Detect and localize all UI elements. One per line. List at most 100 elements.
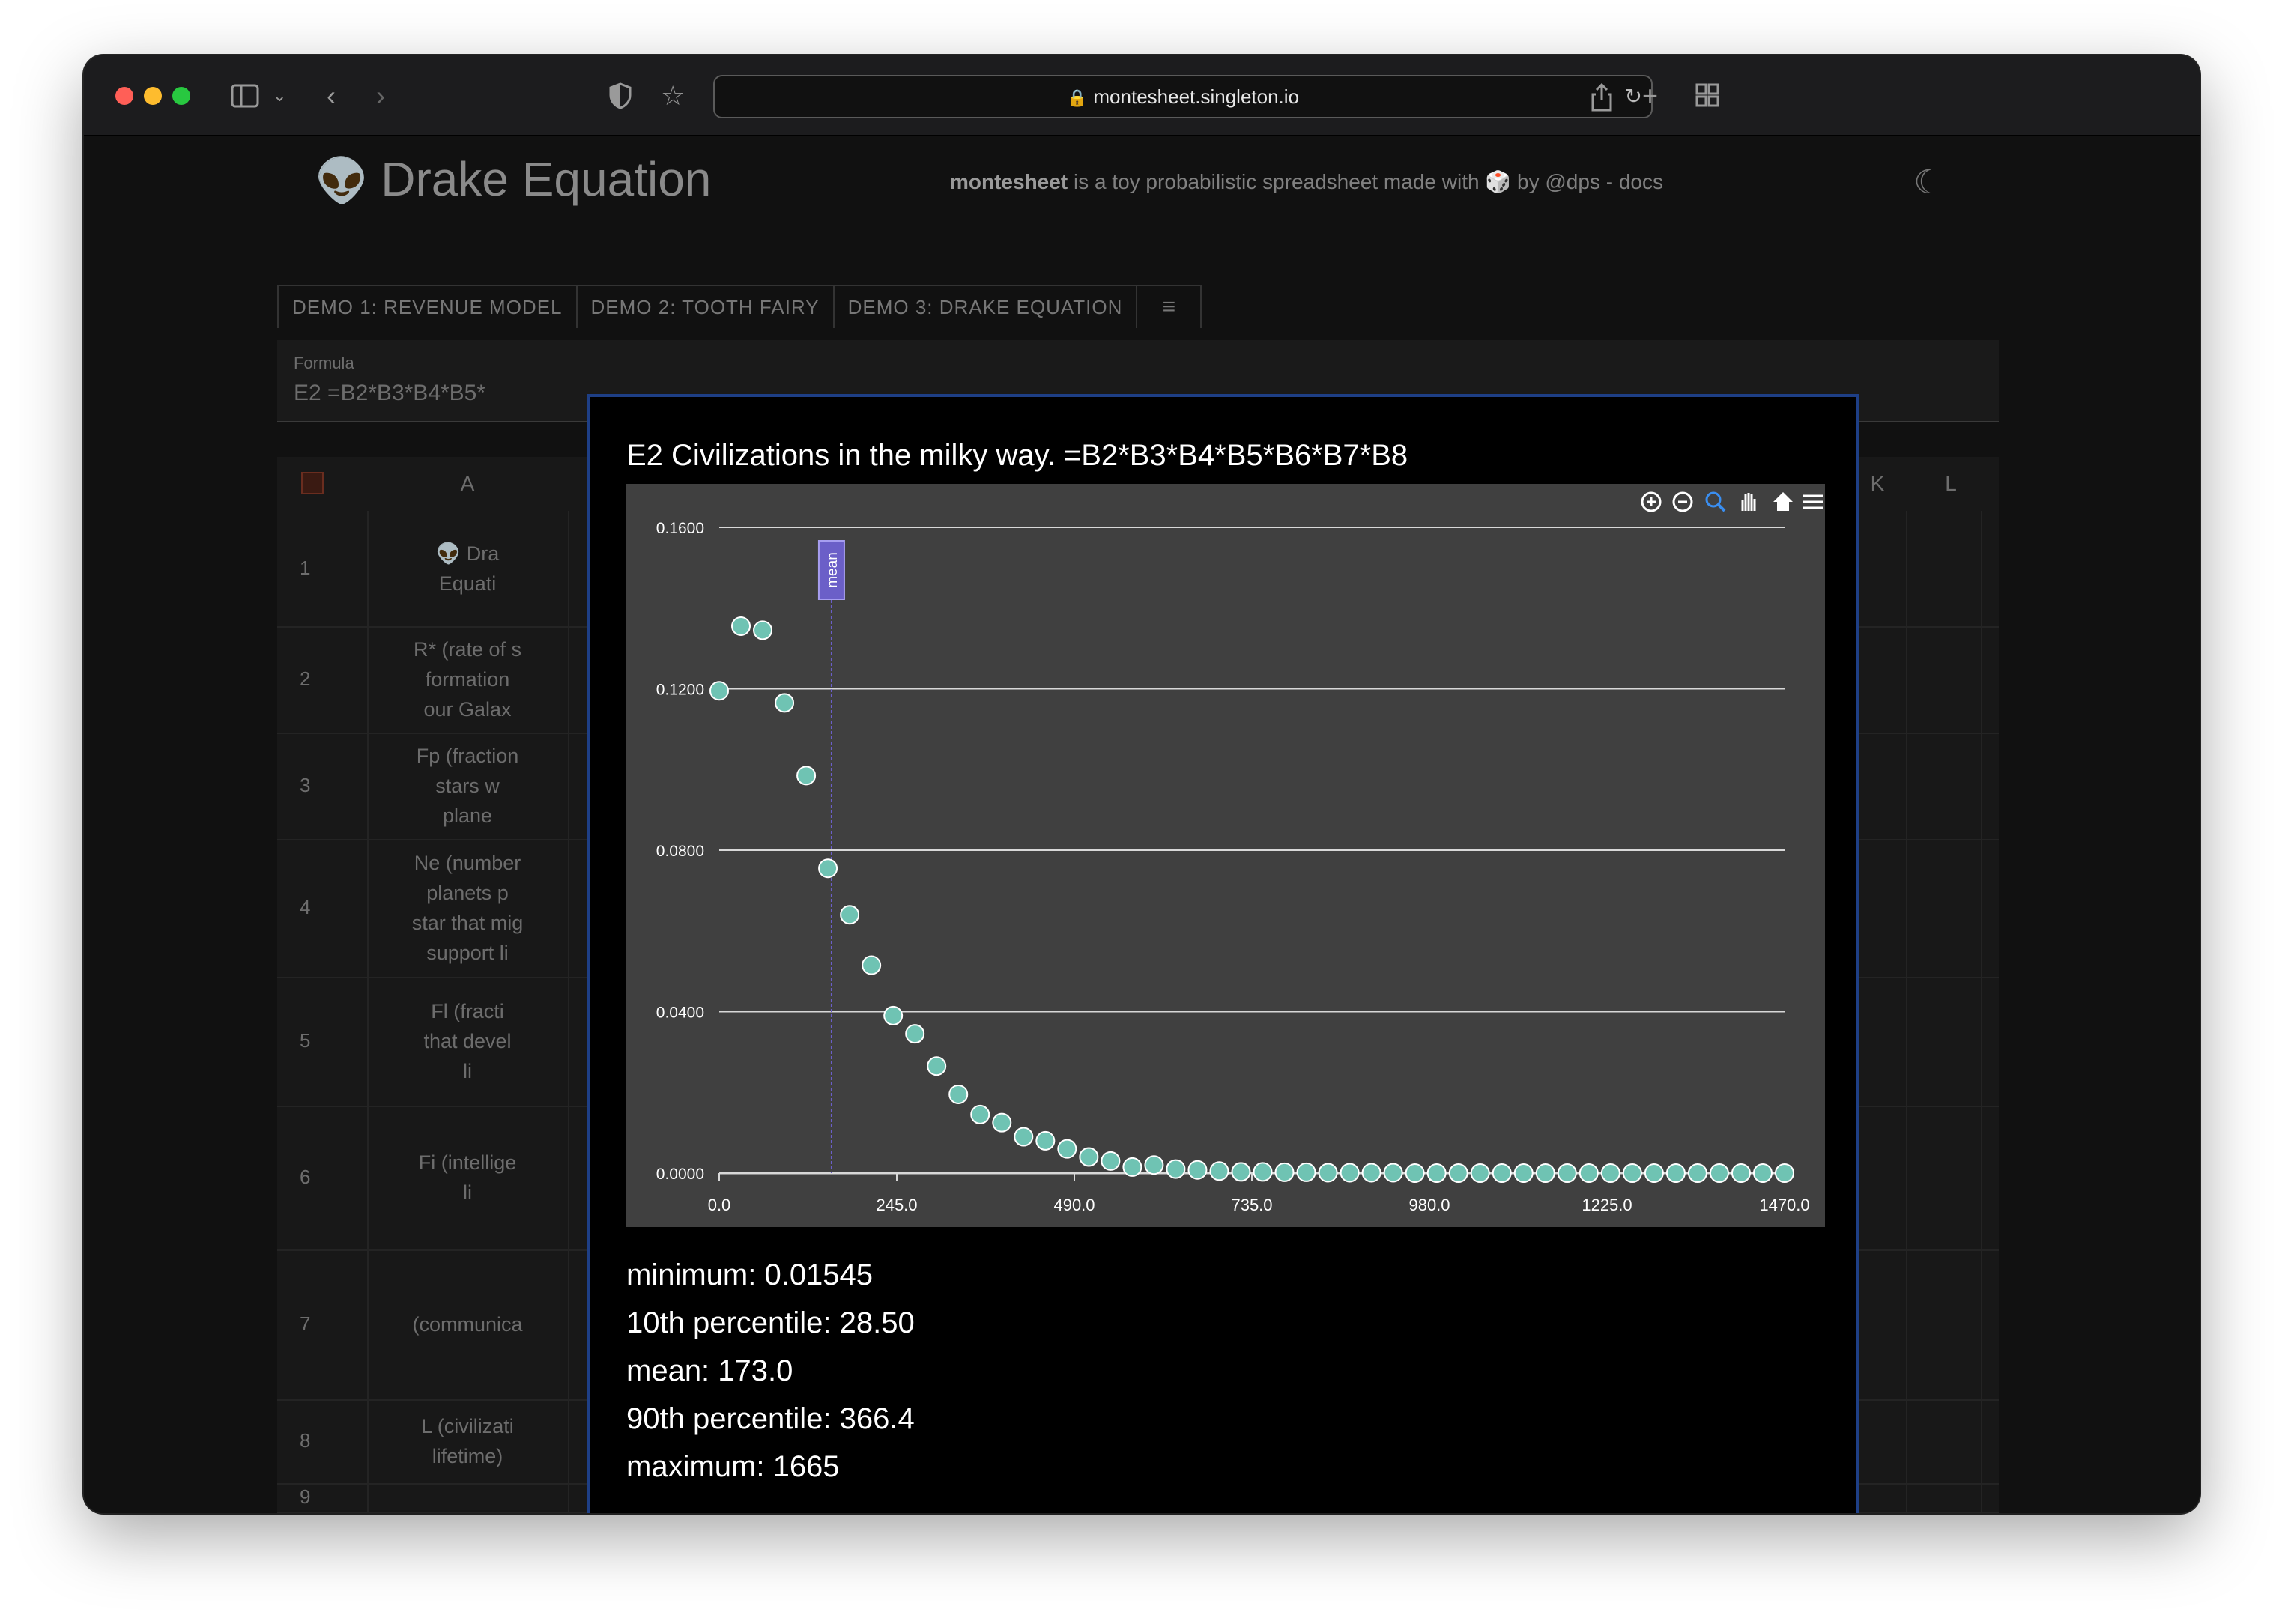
page-title-text: Drake Equation bbox=[381, 152, 712, 206]
row-header[interactable]: 9 bbox=[277, 1485, 367, 1509]
forward-icon[interactable]: › bbox=[376, 82, 385, 109]
data-point bbox=[1492, 1163, 1512, 1183]
bookmark-star-icon[interactable]: ☆ bbox=[661, 82, 685, 109]
cell-a[interactable]: Ne (number planets p star that mig support … bbox=[367, 848, 568, 968]
cell-text: L (civilizati bbox=[421, 1415, 514, 1437]
data-point bbox=[905, 1024, 925, 1044]
data-point bbox=[862, 955, 882, 975]
data-point bbox=[1296, 1162, 1316, 1182]
data-point bbox=[1709, 1163, 1729, 1183]
row-header[interactable]: 4 bbox=[277, 896, 367, 919]
zoom-in-icon[interactable] bbox=[1641, 491, 1662, 512]
browser-window: ⌄ ‹ › ☆ 🔒 montesheet.singleton.io ↻ + 👽 Dr… bbox=[84, 55, 2200, 1513]
cell-a[interactable]: Fi (intellige li bbox=[367, 1148, 568, 1208]
maximize-window-button[interactable] bbox=[172, 87, 190, 105]
chevron-down-icon[interactable]: ⌄ bbox=[273, 82, 286, 109]
x-tick-label: 0.0 bbox=[708, 1196, 731, 1214]
cell-text: plane bbox=[442, 805, 493, 827]
cell-text: Equati bbox=[438, 572, 497, 595]
docs-link[interactable]: docs bbox=[1619, 170, 1663, 193]
data-point bbox=[1426, 1163, 1447, 1183]
calendar-icon[interactable] bbox=[301, 472, 324, 494]
pan-hand-icon[interactable] bbox=[1741, 493, 1756, 511]
formula-text: =B2*B3*B4*B5* bbox=[327, 381, 486, 405]
tab-overview-icon[interactable] bbox=[1695, 82, 1720, 112]
cell-text: our Galax bbox=[423, 698, 512, 721]
share-icon[interactable] bbox=[1590, 82, 1614, 117]
tagline-text: is a toy probabilistic spreadsheet made … bbox=[1073, 170, 1480, 193]
data-point bbox=[1253, 1162, 1273, 1182]
data-point bbox=[1470, 1163, 1490, 1183]
data-point bbox=[1057, 1139, 1077, 1159]
row-header[interactable]: 7 bbox=[277, 1312, 367, 1336]
row-header[interactable]: 1 bbox=[277, 557, 367, 580]
formula-input[interactable]: E2 =B2*B3*B4*B5* bbox=[294, 381, 485, 406]
modal-title: E2 Civilizations in the milky way. =B2*B… bbox=[626, 439, 1408, 472]
lock-icon: 🔒 bbox=[1066, 88, 1088, 107]
menu-icon[interactable] bbox=[1803, 494, 1823, 509]
distribution-chart: 0.0000 0.0400 0.0800 0.1200 0.1600 0.0 245.0 49… bbox=[626, 484, 1825, 1227]
row-header[interactable]: 6 bbox=[277, 1166, 367, 1189]
cell-text: 👽 Dra bbox=[435, 542, 500, 565]
column-header-l[interactable]: L bbox=[1936, 457, 1966, 511]
data-point bbox=[1622, 1163, 1642, 1183]
row-header[interactable]: 5 bbox=[277, 1029, 367, 1052]
back-icon[interactable]: ‹ bbox=[327, 82, 336, 109]
zoom-out-icon[interactable] bbox=[1672, 491, 1693, 512]
row-header[interactable]: 2 bbox=[277, 667, 367, 691]
cell-text: li bbox=[463, 1181, 472, 1204]
row-header[interactable]: 8 bbox=[277, 1429, 367, 1452]
cell-text: stars w bbox=[435, 775, 500, 797]
tab-demo-3[interactable]: DEMO 3: DRAKE EQUATION bbox=[835, 286, 1138, 328]
tagline-brand: montesheet bbox=[950, 170, 1068, 193]
data-point bbox=[1405, 1163, 1425, 1183]
data-point bbox=[1687, 1163, 1707, 1183]
demo-tabs: DEMO 1: REVENUE MODEL DEMO 2: TOOTH FAIR… bbox=[277, 285, 1202, 328]
app-page: 👽 Drake Equation montesheet is a toy prob… bbox=[84, 136, 2200, 1513]
data-point bbox=[709, 681, 729, 701]
cell-text: li bbox=[463, 1060, 472, 1082]
new-tab-icon[interactable]: + bbox=[1642, 82, 1658, 109]
cell-text: Fl (fracti bbox=[431, 1000, 504, 1022]
data-point bbox=[883, 1005, 904, 1025]
stat-maximum: maximum: 1665 bbox=[626, 1450, 840, 1483]
tab-demo-1[interactable]: DEMO 1: REVENUE MODEL bbox=[279, 286, 578, 328]
dark-mode-toggle-icon[interactable]: ☾ bbox=[1913, 163, 1943, 202]
stats-list: minimum: 0.01545 10th percentile: 28.50 … bbox=[626, 1251, 915, 1491]
stat-p90: 90th percentile: 366.4 bbox=[626, 1402, 915, 1435]
zoom-select-icon[interactable] bbox=[1705, 491, 1726, 512]
chart-svg: 0.0000 0.0400 0.0800 0.1200 0.1600 0.0 245.0 49… bbox=[656, 491, 1823, 1214]
page-title: 👽 Drake Equation bbox=[315, 151, 711, 207]
row-header[interactable]: 3 bbox=[277, 774, 367, 797]
tab-demo-2[interactable]: DEMO 2: TOOTH FAIRY bbox=[578, 286, 835, 328]
cell-a[interactable]: Fp (fraction stars w plane bbox=[367, 741, 568, 831]
cell-a[interactable]: L (civilizati lifetime) bbox=[367, 1411, 568, 1471]
data-point bbox=[840, 905, 860, 925]
data-point bbox=[1187, 1160, 1208, 1180]
formula-label: Formula bbox=[294, 354, 354, 372]
data-point bbox=[1383, 1163, 1403, 1183]
privacy-shield-icon[interactable] bbox=[608, 82, 632, 114]
cell-a[interactable]: Fl (fracti that devel li bbox=[367, 996, 568, 1086]
cell-text: Ne (number bbox=[414, 852, 521, 874]
close-window-button[interactable] bbox=[115, 87, 133, 105]
tabs-menu-icon[interactable]: ≡ bbox=[1137, 286, 1200, 328]
cell-a[interactable]: (communica bbox=[367, 1309, 568, 1339]
cell-a[interactable]: R* (rate of s formation our Galax bbox=[367, 634, 568, 724]
cell-a[interactable]: 👽 Dra Equati bbox=[367, 539, 568, 599]
distribution-modal: E2 Civilizations in the milky way. =B2*B… bbox=[587, 394, 1859, 1513]
column-header-k[interactable]: K bbox=[1862, 457, 1892, 511]
data-point bbox=[1513, 1163, 1534, 1183]
column-divider bbox=[1906, 511, 1907, 1513]
minimize-window-button[interactable] bbox=[144, 87, 162, 105]
data-point bbox=[1665, 1163, 1686, 1183]
address-bar[interactable]: 🔒 montesheet.singleton.io ↻ bbox=[713, 75, 1653, 118]
home-icon[interactable] bbox=[1773, 492, 1793, 511]
sidebar-toggle-icon[interactable] bbox=[231, 82, 261, 114]
x-tick-label: 735.0 bbox=[1231, 1196, 1272, 1214]
data-point bbox=[1166, 1159, 1186, 1179]
cell-text: formation bbox=[425, 668, 510, 691]
reload-icon[interactable]: ↻ bbox=[1625, 76, 1642, 117]
cell-text: star that mig bbox=[411, 912, 524, 934]
column-header-a[interactable]: A bbox=[367, 457, 568, 511]
